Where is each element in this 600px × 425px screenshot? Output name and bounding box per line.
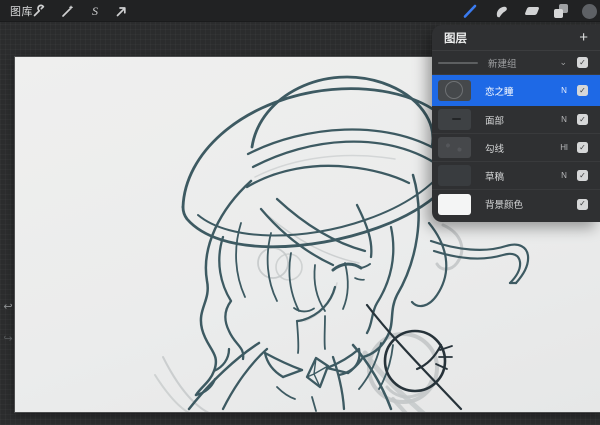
layer-name: 草稿 xyxy=(485,169,557,183)
layers-panel-header: 图层 + xyxy=(432,25,600,51)
paint-brush-icon xyxy=(462,3,478,19)
adjustments-wand-icon[interactable] xyxy=(56,0,78,22)
layer-group-row[interactable]: 新建组 ⌄ ✓ xyxy=(432,51,600,75)
layer-name: 恋之瞳 xyxy=(485,84,557,98)
layer-name: 面部 xyxy=(485,113,557,127)
procreate-workspace: 图库 S xyxy=(0,0,600,425)
layer-row-koishi-eye[interactable]: 恋之瞳 N ✓ xyxy=(432,75,600,106)
layer-thumbnail xyxy=(438,165,471,186)
eraser-tool-icon[interactable] xyxy=(521,0,543,22)
layer-row-draft[interactable]: 草稿 N ✓ xyxy=(432,162,600,190)
layer-visibility-checkbox[interactable]: ✓ xyxy=(577,85,588,96)
transform-tool-icon[interactable] xyxy=(110,0,132,22)
layer-row-lineart[interactable]: 勾线 Hl ✓ xyxy=(432,134,600,162)
selection-tool-icon[interactable]: S xyxy=(84,0,106,22)
layer-row-face[interactable]: 面部 N ✓ xyxy=(432,106,600,134)
group-name: 新建组 xyxy=(488,56,559,70)
layer-visibility-checkbox[interactable]: ✓ xyxy=(577,199,588,210)
layer-name: 背景颜色 xyxy=(485,197,557,211)
smudge-finger-icon xyxy=(494,4,509,19)
layer-thumbnail xyxy=(438,109,471,130)
wrench-icon xyxy=(32,4,46,18)
chevron-down-icon[interactable]: ⌄ xyxy=(559,57,567,68)
layer-row-background-color[interactable]: 背景颜色 ✓ xyxy=(432,190,600,218)
thumbnail-eye-sketch xyxy=(445,81,463,99)
layer-thumbnail xyxy=(438,80,471,101)
group-visibility-checkbox[interactable]: ✓ xyxy=(577,57,588,68)
add-layer-button[interactable]: + xyxy=(579,30,588,45)
redo-button[interactable]: ↩ xyxy=(1,332,15,345)
blend-mode-badge[interactable]: Hl xyxy=(557,143,571,152)
layers-panel-title: 图层 xyxy=(444,30,467,46)
layers-panel: 图层 + 新建组 ⌄ ✓ 恋之瞳 N ✓ 面部 N ✓ 勾线 xyxy=(432,25,600,222)
actions-wrench-icon[interactable] xyxy=(28,0,50,22)
color-swatch-button[interactable] xyxy=(578,0,600,22)
magic-wand-icon xyxy=(60,4,74,18)
top-toolbar: 图库 S xyxy=(0,0,600,22)
blend-mode-badge[interactable]: N xyxy=(557,171,571,180)
color-circle-icon xyxy=(582,4,597,19)
layer-visibility-checkbox[interactable]: ✓ xyxy=(577,114,588,125)
blend-mode-badge[interactable]: N xyxy=(557,115,571,124)
layer-thumbnail xyxy=(438,137,471,158)
eraser-icon xyxy=(524,7,539,15)
undo-button[interactable]: ↩ xyxy=(1,300,15,313)
layer-thumbnail xyxy=(438,194,471,215)
group-line-icon xyxy=(438,62,478,64)
smudge-tool-icon[interactable] xyxy=(490,0,512,22)
layer-visibility-checkbox[interactable]: ✓ xyxy=(577,170,588,181)
selection-s-glyph: S xyxy=(92,4,98,19)
brush-tool-icon[interactable] xyxy=(459,0,481,22)
blend-mode-badge[interactable]: N xyxy=(557,86,571,95)
layers-panel-button[interactable] xyxy=(550,0,572,22)
transform-arrow-icon xyxy=(114,4,128,18)
layer-visibility-checkbox[interactable]: ✓ xyxy=(577,142,588,153)
thumbnail-dash xyxy=(452,118,461,120)
layers-icon xyxy=(554,4,568,18)
layer-name: 勾线 xyxy=(485,141,557,155)
